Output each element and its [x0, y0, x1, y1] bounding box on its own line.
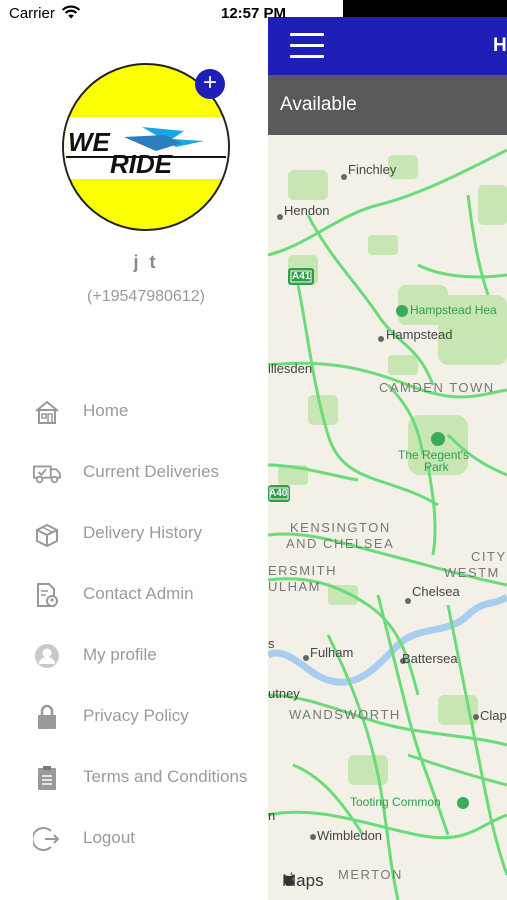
- clipboard-icon: [38, 766, 56, 790]
- map-district-label: CITY: [471, 549, 507, 564]
- map-label: Hampstead Hea: [410, 303, 497, 317]
- map-label: Tooting Common: [350, 795, 441, 809]
- header-title: H: [493, 35, 507, 56]
- svg-text:RIDE: RIDE: [110, 149, 173, 179]
- apple-logo-icon: [284, 872, 295, 886]
- menu-label: Delivery History: [83, 523, 203, 542]
- menu-item-terms[interactable]: Terms and Conditions: [0, 757, 268, 797]
- status-bar-right: [343, 0, 507, 17]
- map-label: Fulham: [310, 645, 354, 660]
- map-label: Chelsea: [412, 584, 460, 599]
- map-label: Wimbledon: [317, 828, 383, 843]
- menu-label: Logout: [83, 828, 135, 847]
- menu-label: Terms and Conditions: [83, 767, 248, 786]
- map-label: utney: [268, 686, 300, 701]
- lock-icon: [38, 704, 56, 729]
- menu-item-logout[interactable]: Logout: [0, 818, 268, 858]
- menu-item-my-profile[interactable]: My profile: [0, 635, 268, 675]
- map-label: Battersea: [402, 651, 458, 666]
- menu-item-current-deliveries[interactable]: Current Deliveries: [0, 452, 268, 492]
- thames-river: [268, 593, 507, 686]
- contact-admin-icon: [37, 583, 58, 607]
- menu-item-contact-admin[interactable]: Contact Admin: [0, 574, 268, 614]
- menu-item-privacy-policy[interactable]: Privacy Policy: [0, 696, 268, 736]
- wifi-icon: [61, 5, 81, 19]
- side-drawer: WE RIDE + j t (+19547980612) Home Curren…: [0, 0, 268, 900]
- add-photo-button[interactable]: +: [195, 69, 225, 99]
- carrier-label: Carrier: [9, 5, 55, 22]
- truck-icon: [33, 465, 61, 484]
- box-icon: [36, 523, 58, 547]
- map-label: Hampstead: [386, 327, 453, 342]
- menu-item-home[interactable]: Home: [0, 391, 268, 431]
- map-district-label: WANDSWORTH: [289, 707, 401, 722]
- map-district-label: CAMDEN TOWN: [379, 380, 495, 395]
- map-label: s: [268, 636, 275, 651]
- map-label: Hendon: [284, 203, 330, 218]
- map-label: Clap: [480, 708, 507, 723]
- map-district-label: ULHAM: [268, 579, 322, 594]
- map-label: Park: [424, 460, 449, 474]
- status-bar: Carrier 12:57 PM: [0, 0, 507, 28]
- main-screen: H Available Finchley Hendon A41 Hampstea…: [268, 0, 507, 900]
- road-shield-label: A40: [269, 488, 288, 499]
- availability-status: Available: [280, 94, 357, 115]
- menu-item-delivery-history[interactable]: Delivery History: [0, 513, 268, 553]
- map-district-label: KENSINGTON: [290, 520, 391, 535]
- menu-label: Current Deliveries: [83, 462, 220, 481]
- user-name: j t: [133, 252, 159, 272]
- svg-text:WE: WE: [68, 127, 111, 157]
- map-district-label: MERTON: [338, 867, 403, 882]
- maps-attribution[interactable]: Maps: [282, 871, 324, 891]
- menu-label: Contact Admin: [83, 584, 194, 603]
- map-district-label: ERSMITH: [268, 563, 337, 578]
- user-icon: [35, 644, 59, 668]
- availability-bar[interactable]: Available: [268, 75, 507, 135]
- home-icon: [35, 400, 59, 424]
- user-phone: (+19547980612): [87, 288, 205, 305]
- road-shield-label: A41: [292, 271, 311, 282]
- we-ride-logo: WE RIDE: [66, 127, 226, 179]
- map-district-label: WESTM: [444, 565, 500, 580]
- map-label: illesden: [268, 361, 313, 376]
- map-label: n: [268, 808, 276, 823]
- menu-toggle-button[interactable]: [290, 33, 324, 59]
- map-view[interactable]: Finchley Hendon A41 Hampstead Hea Hampst…: [268, 135, 507, 900]
- map-district-label: AND CHELSEA: [286, 536, 395, 551]
- menu-label: Home: [83, 401, 129, 420]
- menu-label: Privacy Policy: [83, 706, 189, 725]
- map-label: Finchley: [348, 162, 397, 177]
- logout-icon: [33, 827, 60, 851]
- map-canvas: [268, 148, 507, 900]
- clock: 12:57 PM: [221, 5, 287, 22]
- menu-label: My profile: [83, 645, 157, 664]
